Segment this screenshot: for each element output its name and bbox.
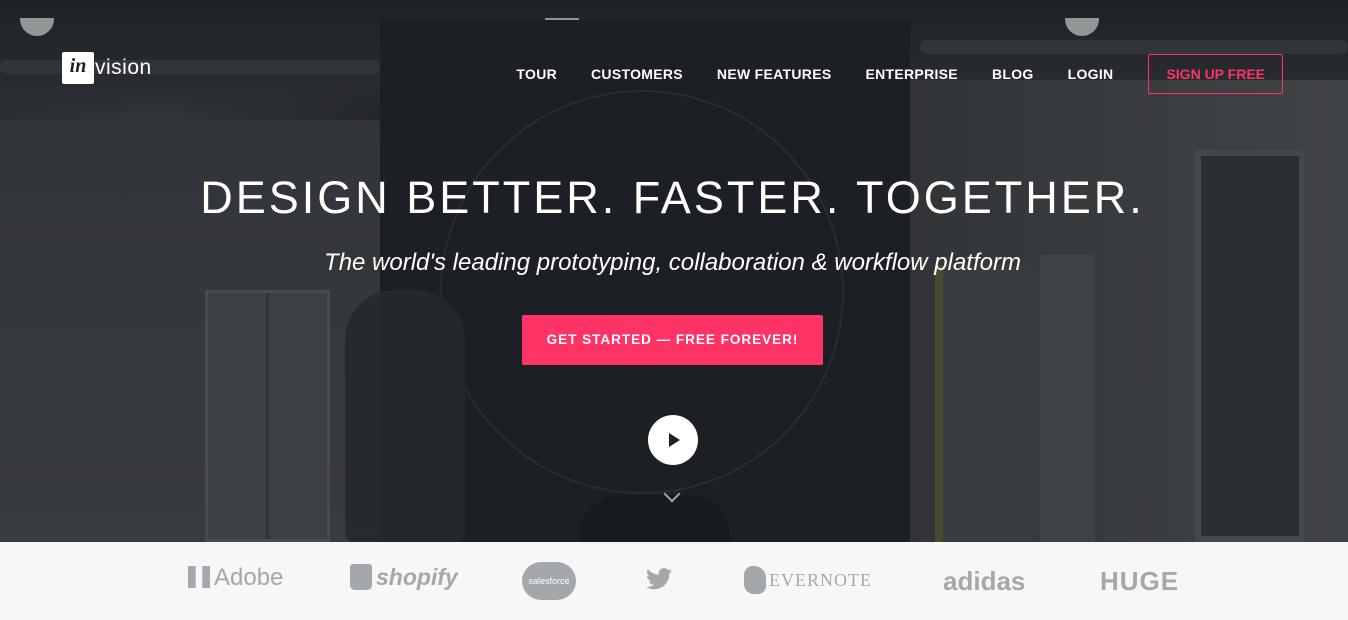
evernote-label: EVERNOTE [769, 570, 872, 590]
hero-subhead: The world's leading prototyping, collabo… [324, 249, 1021, 276]
adobe-logo: Adobe [188, 564, 283, 592]
shopify-logo: shopify [350, 564, 458, 591]
signup-button[interactable]: SIGN UP FREE [1148, 54, 1283, 94]
salesforce-logo: salesforce [522, 562, 576, 600]
evernote-elephant-icon [744, 566, 766, 594]
play-video-button[interactable] [648, 415, 698, 465]
adobe-icon [188, 566, 210, 588]
salesforce-label: salesforce [528, 576, 570, 586]
hero-headline: DESIGN BETTER. FASTER. TOGETHER. [200, 172, 1145, 223]
twitter-logo [646, 568, 672, 596]
huge-logo: HUGE [1100, 566, 1180, 596]
shopify-bag-icon [350, 564, 372, 590]
twitter-bird-icon [646, 568, 672, 590]
shopify-label: shopify [376, 564, 458, 590]
nav-tour[interactable]: TOUR [516, 66, 557, 82]
hero-section: in vision TOUR CUSTOMERS NEW FEATURES EN… [0, 0, 1348, 542]
nav-new-features[interactable]: NEW FEATURES [717, 66, 832, 82]
adobe-label: Adobe [214, 564, 284, 591]
adidas-logo: adidas [943, 566, 1026, 596]
main-nav: TOUR CUSTOMERS NEW FEATURES ENTERPRISE B… [482, 54, 1283, 94]
invision-logo[interactable]: in vision [62, 52, 152, 84]
nav-login[interactable]: LOGIN [1068, 66, 1114, 82]
play-icon [669, 433, 680, 447]
logo-wordmark: vision [95, 56, 152, 79]
nav-customers[interactable]: CUSTOMERS [591, 66, 683, 82]
evernote-logo: EVERNOTE [744, 566, 872, 594]
logo-mark: in [62, 52, 94, 84]
nav-enterprise[interactable]: ENTERPRISE [865, 66, 957, 82]
nav-blog[interactable]: BLOG [992, 66, 1034, 82]
customer-logos-bar: Adobe shopify salesforce EVERNOTE adidas… [0, 542, 1348, 620]
get-started-button[interactable]: GET STARTED — FREE FOREVER! [522, 315, 823, 365]
